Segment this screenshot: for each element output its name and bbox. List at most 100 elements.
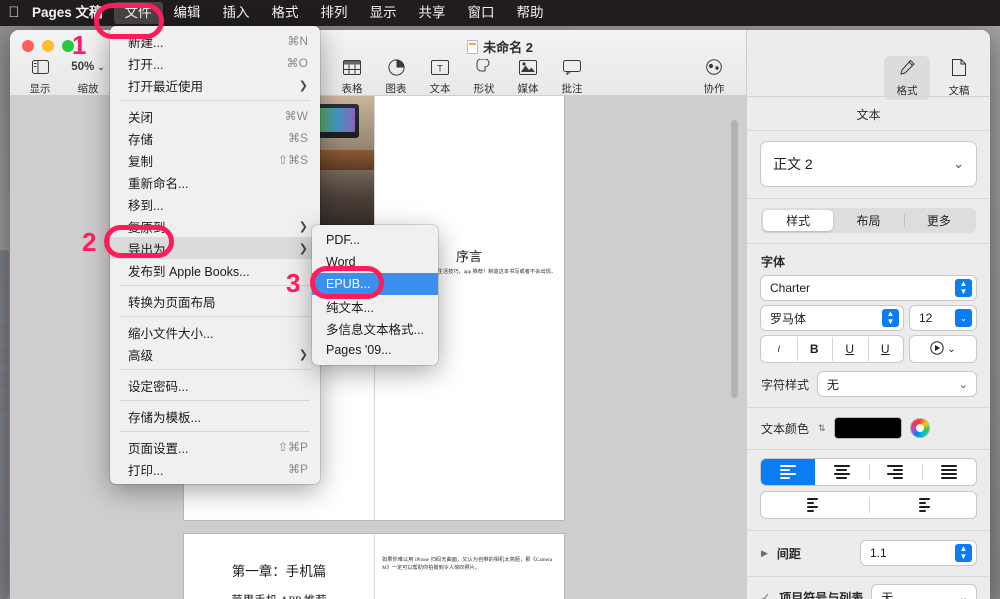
collaborate-icon [704, 56, 724, 78]
stepper-icon[interactable]: ▲ ▼ [882, 309, 899, 327]
menu-item-label: 发布到 Apple Books... [128, 264, 250, 279]
toolbar-chart-button[interactable]: 图表 [374, 56, 418, 96]
file-dropdown-menu[interactable]: 新建... ⌘N 打开... ⌘O 打开最近使用 ❯ 关闭 ⌘W 存储 ⌘S 复制 ⇧⌘S … [110, 26, 320, 484]
bullets-select[interactable]: 无 ⌄ [872, 585, 976, 599]
tab-document[interactable]: 文稿 [936, 56, 982, 100]
stepper-icon[interactable]: ▲ ▼ [955, 544, 972, 562]
submenu-item-plain-text[interactable]: 纯文本... [312, 295, 438, 317]
toolbar-view-button[interactable]: 显示 [18, 56, 62, 96]
apple-logo-icon[interactable]:  [0, 5, 28, 22]
disclosure-triangle-icon[interactable]: ▶ [761, 548, 768, 559]
menu-item-export-as[interactable]: 导出为 ❯ [110, 237, 320, 259]
spacing-stepper[interactable]: 1.1 ▲ ▼ [861, 541, 976, 565]
bold-button[interactable]: B [796, 337, 833, 361]
export-submenu[interactable]: PDF... Word EPUB... 纯文本... 多信息文本格式... Pa… [312, 225, 438, 365]
toolbar-zoom-control[interactable]: 50% ⌄ 缩放 [62, 56, 114, 96]
menu-item-label: EPUB... [326, 277, 371, 291]
canvas-scrollbar[interactable] [731, 120, 738, 398]
paragraph-style-select[interactable]: 正文 2 ⌄ [761, 142, 976, 186]
menu-item-page-setup[interactable]: 页面设置... ⇧⌘P [110, 436, 320, 458]
style-layout-more-segmented[interactable]: 样式 布局 更多 [761, 208, 976, 233]
indent-buttons[interactable] [761, 492, 976, 518]
font-style-buttons[interactable]: I B U U [761, 336, 903, 362]
chart-icon [387, 56, 405, 78]
text-color-well[interactable] [834, 418, 901, 438]
menu-item-open-recent[interactable]: 打开最近使用 ❯ [110, 74, 320, 96]
svg-text:T: T [437, 63, 443, 73]
menubar-item-format[interactable]: 格式 [261, 0, 310, 26]
dock-sliver[interactable] [0, 250, 9, 599]
menubar-item-edit[interactable]: 编辑 [163, 0, 212, 26]
toolbar-text-button[interactable]: T 文本 [418, 56, 462, 96]
char-style-select[interactable]: 无 ⌄ [818, 372, 976, 396]
stepper-icon[interactable]: ▲ ▼ [955, 279, 972, 297]
menu-item-label: 纯文本... [326, 300, 374, 315]
chevron-down-icon: ⌄ [958, 591, 968, 599]
chevron-right-icon: ❯ [298, 242, 308, 255]
tab-format[interactable]: 格式 [884, 56, 930, 100]
menubar-item-window[interactable]: 窗口 [457, 0, 506, 26]
toolbar-collaborate-button[interactable]: 协作 [692, 56, 736, 96]
menu-item-label: PDF... [326, 233, 361, 247]
menu-item-open[interactable]: 打开... ⌘O [110, 52, 320, 74]
align-center-button[interactable] [815, 459, 869, 485]
menu-item-close[interactable]: 关闭 ⌘W [110, 105, 320, 127]
toolbar-comment-button[interactable]: 批注 [550, 56, 594, 96]
indent-decrease-icon [806, 498, 823, 512]
menu-item-advanced[interactable]: 高级 ❯ [110, 343, 320, 365]
menu-item-save-as-template[interactable]: 存储为模板... [110, 405, 320, 427]
font-size-select[interactable]: 12 ⌄ [910, 306, 976, 330]
alignment-buttons[interactable] [761, 459, 976, 485]
submenu-item-epub[interactable]: EPUB... [312, 273, 438, 295]
menu-item-print[interactable]: 打印... ⌘P [110, 458, 320, 480]
menu-item-duplicate[interactable]: 复制 ⇧⌘S [110, 149, 320, 171]
menubar-item-arrange[interactable]: 排列 [310, 0, 359, 26]
submenu-item-word[interactable]: Word [312, 251, 438, 273]
menubar-item-pages[interactable]: Pages 文稿 [28, 0, 114, 26]
toolbar-table-button[interactable]: 表格 [330, 56, 374, 96]
menubar-item-share[interactable]: 共享 [408, 0, 457, 26]
menu-separator [120, 285, 310, 286]
sort-arrows-icon[interactable]: ⇅ [818, 423, 826, 434]
menubar-item-file[interactable]: 文件 [113, 2, 163, 24]
strikethrough-button[interactable]: U [867, 337, 904, 361]
segment-more[interactable]: 更多 [903, 210, 974, 231]
macos-menubar[interactable]:  Pages 文稿 文件 编辑 插入 格式 排列 显示 共享 窗口 帮助 [0, 0, 1000, 26]
toolbar-media-button[interactable]: 媒体 [506, 56, 550, 96]
menu-item-rename[interactable]: 重新命名... [110, 171, 320, 193]
indent-increase-button[interactable] [868, 492, 977, 518]
menu-item-set-password[interactable]: 设定密码... [110, 374, 320, 396]
align-left-button[interactable] [761, 459, 815, 485]
toolbar-collaborate-label: 协作 [703, 83, 725, 95]
menu-item-revert-to[interactable]: 复原到 ❯ [110, 215, 320, 237]
align-right-button[interactable] [868, 459, 923, 485]
checkmark-icon[interactable]: ✓ [761, 591, 770, 599]
spacing-row: ▶ 间距 1.1 ▲ ▼ [761, 541, 976, 565]
submenu-item-pdf[interactable]: PDF... [312, 229, 438, 251]
toolbar-shape-button[interactable]: 形状 [462, 56, 506, 96]
chevron-right-icon: ❯ [298, 220, 308, 233]
font-family-select[interactable]: Charter ▲ ▼ [761, 276, 976, 300]
text-effects-button[interactable]: ⌄ [910, 336, 976, 362]
color-wheel-icon[interactable] [909, 418, 930, 438]
menu-item-reduce-file-size[interactable]: 缩小文件大小... [110, 321, 320, 343]
chevron-down-icon[interactable]: ⌄ [955, 309, 972, 327]
chevron-down-icon: ⌄ [953, 156, 964, 171]
align-justify-icon [941, 465, 958, 479]
menubar-item-view[interactable]: 显示 [359, 0, 408, 26]
align-justify-button[interactable] [922, 459, 976, 485]
indent-decrease-button[interactable] [761, 492, 869, 518]
menubar-item-help[interactable]: 帮助 [506, 0, 555, 26]
submenu-item-rtf[interactable]: 多信息文本格式... [312, 317, 438, 339]
menubar-item-insert[interactable]: 插入 [212, 0, 261, 26]
menu-item-new[interactable]: 新建... ⌘N [110, 30, 320, 52]
font-typeface-select[interactable]: 罗马体 ▲ ▼ [761, 306, 903, 330]
document-page-2[interactable]: 第一章：手机篇 苹果手机 APP 推荐 如果你难以用 iPhone 扫码无曲面，… [184, 534, 564, 599]
segment-layout[interactable]: 布局 [833, 210, 903, 231]
segment-style[interactable]: 样式 [763, 210, 834, 231]
menu-item-save[interactable]: 存储 ⌘S [110, 127, 320, 149]
underline-button[interactable]: U [832, 337, 868, 361]
submenu-item-pages09[interactable]: Pages '09... [312, 339, 438, 361]
menu-item-move-to[interactable]: 移到... [110, 193, 320, 215]
italic-button[interactable]: I [761, 344, 797, 354]
